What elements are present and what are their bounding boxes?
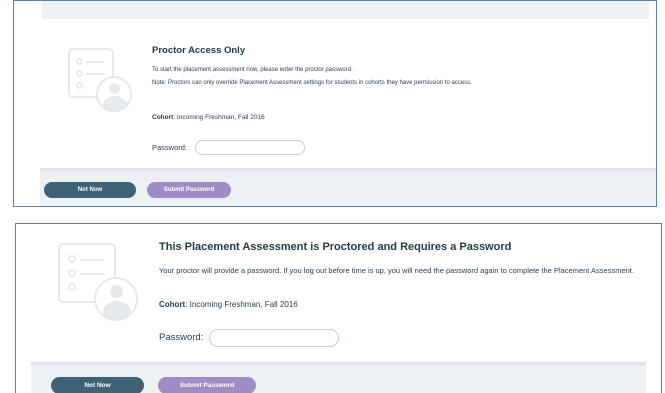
proctored-assessment-panel: This Placement Assessment is Proctored a… [15, 223, 662, 393]
cohort-label: Cohort [152, 114, 174, 121]
cohort-info: Cohort: Incoming Freshman, Fall 2016 [152, 114, 265, 121]
panel-title: Proctor Access Only [152, 45, 246, 56]
cohort-value: : Incoming Freshman, Fall 2016 [185, 300, 298, 309]
not-now-button[interactable]: Not Now [44, 182, 136, 198]
password-input[interactable] [209, 329, 339, 347]
instruction-text: To start the placement assessment now, p… [152, 67, 353, 73]
panel-title: This Placement Assessment is Proctored a… [159, 241, 512, 253]
password-label: Password: [152, 143, 188, 152]
password-input[interactable] [195, 140, 305, 155]
instruction-text: Your proctor will provide a password. If… [159, 266, 634, 275]
cohort-info: Cohort: Incoming Freshman, Fall 2016 [159, 300, 298, 309]
submit-password-button[interactable]: Submit Password [158, 377, 256, 393]
password-label: Password: [159, 332, 204, 343]
top-strip [42, 1, 649, 19]
cohort-value: : Incoming Freshman, Fall 2016 [173, 114, 265, 121]
note-text: Note: Proctors can only override Placeme… [152, 80, 472, 86]
not-now-button[interactable]: Not Now [51, 377, 144, 393]
submit-password-button[interactable]: Submit Password [147, 182, 231, 198]
proctor-access-panel: Proctor Access Only To start the placeme… [13, 0, 657, 207]
cohort-label: Cohort [159, 300, 186, 309]
